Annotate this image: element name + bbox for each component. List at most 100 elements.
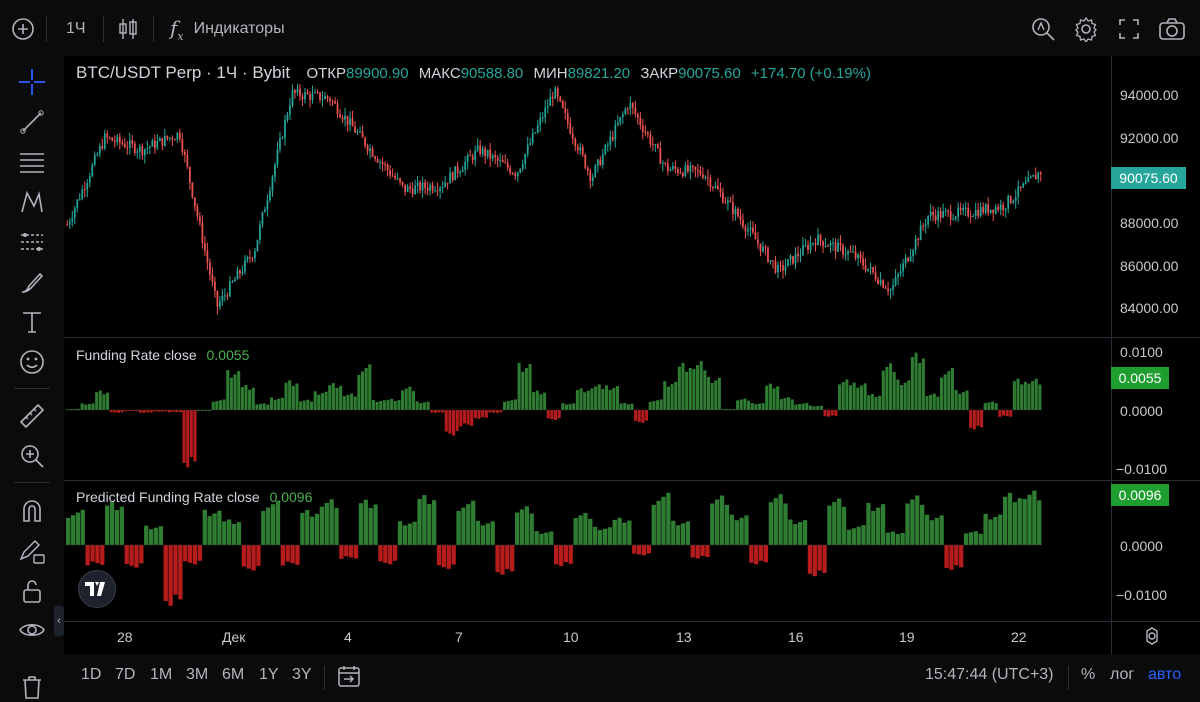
funding-bar	[353, 396, 357, 410]
predicted-funding-bar	[353, 545, 359, 559]
range-3y[interactable]: 3Y	[292, 666, 312, 684]
time-tick: 13	[676, 629, 692, 645]
candle-body	[626, 109, 629, 111]
candle-body	[176, 132, 179, 140]
candle-body	[369, 148, 371, 152]
funding-legend[interactable]: Funding Rate close 0.0055	[76, 347, 249, 363]
predicted-tick: 0.0000	[1120, 538, 1163, 554]
candle-body	[606, 144, 609, 146]
candle-body	[101, 146, 104, 149]
funding-bar	[437, 410, 441, 413]
log-scale-button[interactable]: лог	[1110, 666, 1134, 684]
funding-bar	[95, 392, 99, 410]
predicted-funding-bar	[90, 545, 95, 562]
predicted-funding-bar	[998, 514, 1003, 545]
funding-bar	[302, 400, 306, 410]
predicted-funding-bar	[983, 513, 988, 545]
candle-body	[571, 133, 574, 139]
candle-body	[839, 242, 842, 246]
candle-body	[286, 114, 289, 120]
tradingview-logo[interactable]	[78, 570, 116, 608]
funding-bar	[466, 410, 470, 425]
symbol-title[interactable]: BTC/USDT Perp · 1Ч · Bybit	[76, 63, 290, 82]
candle-body	[128, 140, 131, 148]
funding-bar	[710, 383, 714, 410]
predicted-funding-bar	[510, 545, 515, 572]
candle-body	[391, 175, 394, 177]
candle-body	[459, 171, 462, 174]
clock-timezone[interactable]: 15:47:44 (UTC+3)	[925, 666, 1054, 684]
candle-body	[794, 253, 797, 264]
candle-body	[877, 279, 879, 284]
funding-bar	[189, 410, 193, 458]
funding-bar	[320, 393, 324, 410]
candle-body	[659, 148, 662, 164]
candle-body	[166, 135, 169, 139]
range-3m[interactable]: 3M	[186, 666, 208, 684]
candle-body	[471, 156, 474, 161]
candle-body	[879, 280, 882, 284]
predicted-funding-bar	[563, 545, 569, 563]
candle-body	[76, 199, 79, 209]
predicted-funding-bar	[471, 500, 476, 545]
candle-body	[819, 234, 822, 241]
funding-bar	[859, 385, 863, 410]
candle-body	[574, 138, 577, 147]
funding-tick: −0.0100	[1116, 461, 1167, 477]
predicted-funding-bar	[451, 545, 456, 565]
funding-value-badge: 0.0055	[1111, 367, 1169, 389]
funding-bar	[80, 403, 84, 410]
predicted-funding-bar	[158, 526, 163, 545]
funding-bar	[619, 403, 623, 410]
predicted-legend[interactable]: Predicted Funding Rate close 0.0096	[76, 489, 312, 505]
candle-body	[299, 88, 301, 97]
candle-body	[281, 137, 284, 139]
candle-body	[1012, 200, 1015, 203]
candle-body	[516, 172, 519, 177]
predicted-funding-bar	[890, 531, 895, 545]
funding-bar	[630, 403, 634, 410]
candle-body	[224, 295, 226, 297]
axis-settings-button[interactable]	[1143, 627, 1161, 650]
predicted-funding-bar	[817, 545, 822, 571]
range-1y[interactable]: 1Y	[259, 666, 279, 684]
funding-bar	[459, 410, 463, 427]
predicted-funding-bar	[627, 520, 632, 545]
go-to-date-button[interactable]	[337, 664, 361, 693]
range-6m[interactable]: 6M	[222, 666, 244, 684]
auto-scale-button[interactable]: авто	[1148, 666, 1181, 684]
candle-body	[441, 186, 444, 188]
candle-body	[722, 192, 724, 203]
candle-body	[829, 242, 832, 247]
percent-scale-button[interactable]: %	[1081, 666, 1095, 684]
range-1m[interactable]: 1M	[150, 666, 172, 684]
predicted-funding-bar	[734, 520, 739, 545]
funding-bar	[462, 410, 466, 424]
predicted-funding-bar	[724, 504, 730, 545]
range-1d[interactable]: 1D	[81, 666, 101, 684]
candle-body	[609, 136, 612, 145]
candle-body	[486, 149, 489, 157]
predicted-funding-bar	[905, 503, 910, 545]
candle-body	[189, 166, 191, 183]
candle-body	[892, 284, 894, 290]
candle-body	[1032, 174, 1035, 177]
funding-bar	[546, 410, 550, 419]
candle-body	[78, 198, 81, 200]
funding-bar	[972, 410, 976, 430]
funding-bar	[557, 410, 561, 419]
funding-bar	[889, 363, 893, 410]
predicted-funding-bar	[75, 512, 81, 545]
predicted-title: Predicted Funding Rate close	[76, 489, 260, 505]
candle-body	[947, 210, 950, 212]
funding-bar	[251, 387, 255, 410]
candle-body	[424, 182, 426, 188]
candle-body	[296, 88, 299, 93]
candle-body	[204, 243, 206, 251]
funding-bar	[1023, 381, 1027, 410]
predicted-funding-bar	[900, 533, 905, 545]
range-7d[interactable]: 7D	[115, 666, 135, 684]
funding-bar	[615, 386, 619, 410]
funding-bar	[947, 371, 951, 410]
funding-bar	[331, 383, 335, 410]
